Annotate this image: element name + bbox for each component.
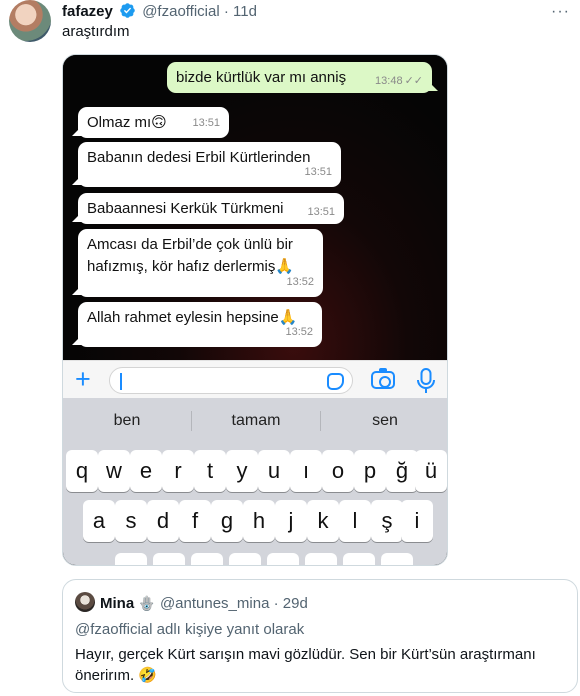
tweet-header: fafazey @fzaofficial · 11d — [62, 2, 257, 24]
key[interactable] — [191, 553, 223, 565]
message-text: Babaannesi Kerkük Türkmeni — [87, 200, 284, 217]
quoted-tweet[interactable]: Mina 🪬 @antunes_mina · 29d @fzaofficial … — [62, 579, 578, 693]
suggestion-item[interactable]: sen — [321, 398, 447, 442]
key[interactable]: e — [130, 450, 162, 492]
message-time: 13:52 — [286, 276, 314, 288]
message-text: Allah rahmet eylesin hepsine🙏 — [87, 309, 298, 326]
message-time: 13:48 ✓✓ — [375, 75, 423, 87]
separator: · — [273, 595, 279, 612]
more-icon[interactable]: ··· — [551, 3, 570, 21]
key[interactable] — [229, 553, 261, 565]
message-text: bizde kürtlük var mı anniş — [176, 69, 347, 86]
key[interactable]: i — [401, 500, 433, 542]
key[interactable]: w — [98, 450, 130, 492]
tweet-text: araştırdım — [62, 23, 130, 40]
key[interactable]: a — [83, 500, 115, 542]
plus-icon[interactable]: + — [75, 365, 91, 393]
message-time: 13:51 — [192, 117, 220, 129]
tweet-time[interactable]: 29d — [283, 595, 308, 612]
key[interactable]: r — [162, 450, 194, 492]
incoming-message: Olmaz mı🙃 13:51 — [78, 107, 229, 138]
message-input-bar: + — [63, 360, 447, 398]
avatar[interactable] — [75, 592, 95, 612]
message-text-line: Amcası da Erbil’de çok ünlü bir — [87, 236, 293, 253]
key[interactable] — [305, 553, 337, 565]
hamsa-icon: 🪬 — [138, 595, 156, 611]
suggestion-item[interactable]: ben — [63, 398, 191, 442]
key[interactable]: y — [226, 450, 258, 492]
key[interactable]: t — [194, 450, 226, 492]
key[interactable]: f — [179, 500, 211, 542]
sticker-icon[interactable] — [327, 373, 344, 390]
author-avatar[interactable] — [9, 0, 51, 42]
verified-badge-icon — [119, 2, 136, 24]
outgoing-message: bizde kürtlük var mı anniş 13:48 ✓✓ — [167, 62, 432, 93]
key[interactable] — [381, 553, 413, 565]
key[interactable]: p — [354, 450, 386, 492]
suggestion-item[interactable]: tamam — [192, 398, 320, 442]
tweet-time[interactable]: 11d — [233, 3, 257, 20]
key[interactable] — [115, 553, 147, 565]
key[interactable]: s — [115, 500, 147, 542]
key[interactable]: q — [66, 450, 98, 492]
message-text-line: hafızmış, kör hafız derlermiş🙏 — [87, 258, 295, 275]
author-handle[interactable]: @fzaofficial — [142, 3, 219, 20]
message-text: Olmaz mı🙃 — [87, 114, 167, 131]
reply-context: @fzaofficial adlı kişiye yanıt olarak — [75, 621, 305, 638]
key[interactable] — [267, 553, 299, 565]
message-time: 13:52 — [285, 326, 313, 338]
message-time: 13:51 — [304, 166, 332, 178]
key[interactable]: g — [211, 500, 243, 542]
camera-icon[interactable] — [371, 368, 395, 389]
key[interactable]: o — [322, 450, 354, 492]
message-time: 13:51 — [307, 206, 335, 218]
key[interactable]: l — [339, 500, 371, 542]
key[interactable]: ı — [290, 450, 322, 492]
key[interactable] — [343, 553, 375, 565]
key[interactable]: k — [307, 500, 339, 542]
suggestion-bar: ben tamam sen — [63, 398, 447, 442]
separator: · — [223, 3, 229, 20]
quoted-tweet-text: Hayır, gerçek Kürt sarışın mavi gözlüdür… — [75, 646, 536, 684]
author-name[interactable]: fafazey — [62, 3, 113, 20]
quoted-tweet-header: Mina 🪬 @antunes_mina · 29d — [100, 594, 308, 613]
incoming-message: Babaannesi Kerkük Türkmeni 13:51 — [78, 193, 344, 224]
key[interactable] — [153, 553, 185, 565]
key[interactable]: ş — [371, 500, 403, 542]
message-input[interactable] — [109, 367, 353, 394]
message-text: Babanın dedesi Erbil Kürtlerinden — [87, 149, 311, 166]
incoming-message: Amcası da Erbil’de çok ünlü bir hafızmış… — [78, 229, 323, 297]
attached-screenshot[interactable]: bizde kürtlük var mı anniş 13:48 ✓✓ Olmaz… — [62, 54, 448, 566]
key[interactable]: ğ — [386, 450, 418, 492]
incoming-message: Allah rahmet eylesin hepsine🙏 13:52 — [78, 302, 322, 347]
key[interactable]: u — [258, 450, 290, 492]
incoming-message: Babanın dedesi Erbil Kürtlerinden 13:51 — [78, 142, 341, 187]
key[interactable]: ü — [415, 450, 447, 492]
key[interactable]: d — [147, 500, 179, 542]
author-handle[interactable]: @antunes_mina — [160, 595, 269, 612]
author-name[interactable]: Mina — [100, 595, 134, 612]
keyboard: ben tamam sen q w e r t y u ı o p ğ ü a … — [63, 398, 447, 565]
key[interactable]: h — [243, 500, 275, 542]
chat-area: bizde kürtlük var mı anniş 13:48 ✓✓ Olmaz… — [63, 55, 447, 360]
text-caret — [120, 373, 122, 390]
mic-icon[interactable] — [414, 367, 438, 395]
key[interactable]: j — [275, 500, 307, 542]
